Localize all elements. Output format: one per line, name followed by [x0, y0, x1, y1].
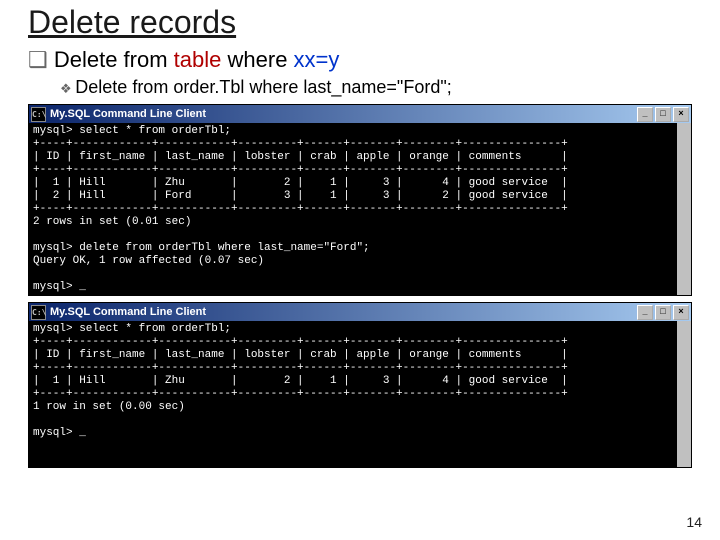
window-title: My.SQL Command Line Client — [50, 108, 206, 120]
bullet-level-2: Delete from order.Tbl where last_name="F… — [28, 77, 700, 98]
terminal-window-before: C:\ My.SQL Command Line Client _ □ × mys… — [28, 104, 692, 296]
page-number: 14 — [686, 514, 702, 530]
b1-keyword-table: table — [174, 47, 222, 72]
b1-placeholder-condition: xx=y — [294, 47, 340, 72]
terminal-window-after: C:\ My.SQL Command Line Client _ □ × mys… — [28, 302, 692, 468]
app-icon: C:\ — [31, 305, 46, 320]
console-output-before[interactable]: mysql> select * from orderTbl; +----+---… — [29, 123, 691, 295]
minimize-button[interactable]: _ — [637, 305, 653, 320]
app-icon: C:\ — [31, 107, 46, 122]
minimize-button[interactable]: _ — [637, 107, 653, 122]
titlebar[interactable]: C:\ My.SQL Command Line Client _ □ × — [29, 303, 691, 321]
maximize-button[interactable]: □ — [655, 107, 671, 122]
close-button[interactable]: × — [673, 305, 689, 320]
close-button[interactable]: × — [673, 107, 689, 122]
bullet-level-1: Delete from table where xx=y — [28, 47, 700, 73]
titlebar[interactable]: C:\ My.SQL Command Line Client _ □ × — [29, 105, 691, 123]
console-output-after[interactable]: mysql> select * from orderTbl; +----+---… — [29, 321, 691, 467]
b1-text-pre: Delete from — [54, 47, 174, 72]
bullet-1: Delete from table where xx=y — [28, 47, 700, 73]
window-title: My.SQL Command Line Client — [50, 306, 206, 318]
b1-text-mid: where — [221, 47, 293, 72]
bullet-2: Delete from order.Tbl where last_name="F… — [60, 77, 700, 98]
page-title: Delete records — [28, 4, 700, 41]
slide: Delete records Delete from table where x… — [0, 0, 720, 540]
maximize-button[interactable]: □ — [655, 305, 671, 320]
